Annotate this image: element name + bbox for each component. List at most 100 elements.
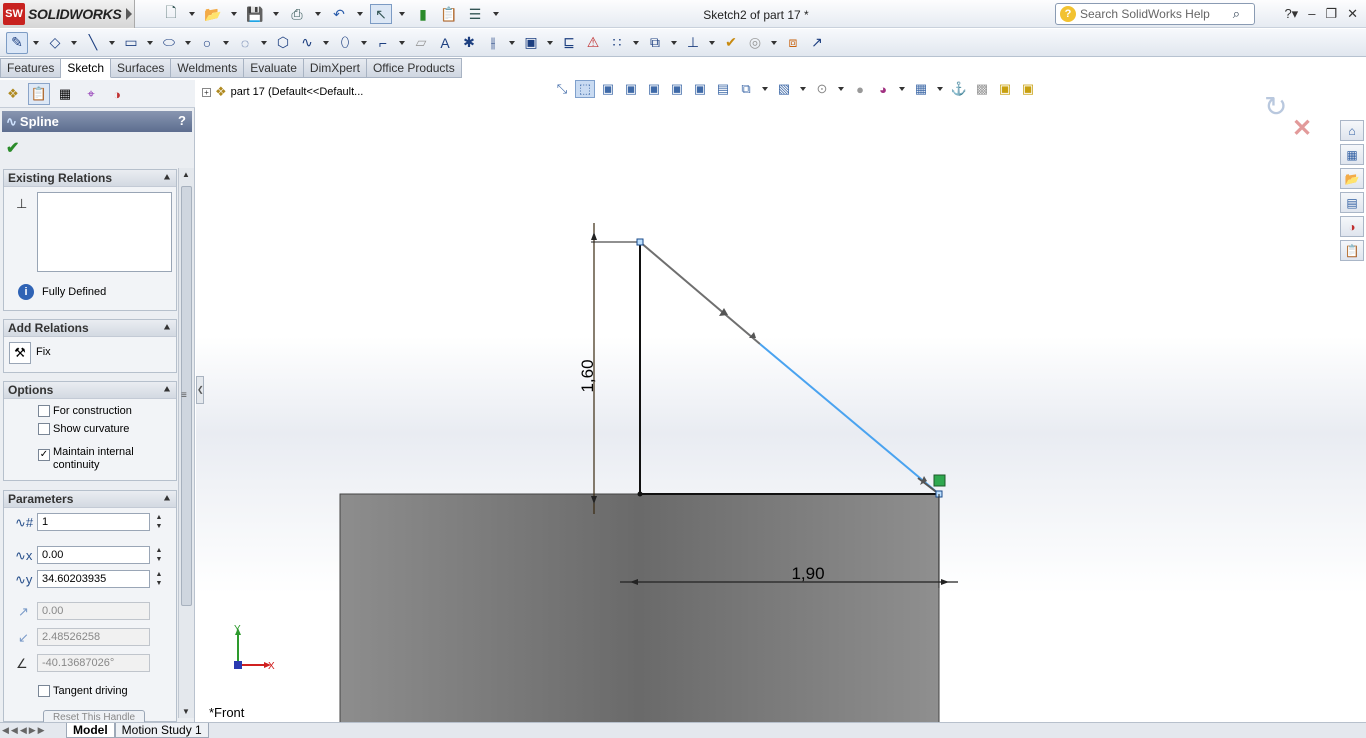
print-icon[interactable]: ⎙ <box>286 4 308 24</box>
text-icon[interactable]: A <box>434 32 456 54</box>
for-construction-checkbox[interactable] <box>38 405 50 417</box>
existing-relations-title[interactable]: Existing Relations ⯅ <box>4 170 176 187</box>
display-relations-icon[interactable]: ⊥ <box>682 32 704 54</box>
quick-snaps-icon[interactable]: ◎ <box>744 32 766 54</box>
tab-features[interactable]: Features <box>0 58 62 78</box>
part-body[interactable] <box>339 493 940 722</box>
feature-manager-icon[interactable]: ❖ <box>2 83 24 105</box>
convert-entities-icon[interactable]: ▣ <box>520 32 542 54</box>
options-icon[interactable]: ☰ <box>464 4 486 24</box>
move-entities-icon[interactable]: ⧉ <box>644 32 666 54</box>
options-title[interactable]: Options ⯅ <box>4 382 176 399</box>
tab-evaluate[interactable]: Evaluate <box>244 58 304 78</box>
smart-dimension-icon[interactable]: ◇ <box>44 32 66 54</box>
rebuild-icon[interactable]: ▮ <box>412 4 434 24</box>
collapse-icon[interactable]: ⯅ <box>163 321 171 337</box>
undo-icon[interactable]: ↶ <box>328 4 350 24</box>
spline-segment-selected[interactable] <box>759 343 940 495</box>
tab-model[interactable]: Model <box>66 723 115 738</box>
new-document-icon[interactable]: 🗋 <box>160 4 182 24</box>
help-search-box[interactable]: ? Search SolidWorks Help ⌕ <box>1055 3 1255 25</box>
tab-dimxpert[interactable]: DimXpert <box>303 58 367 78</box>
coincident-relation-icon[interactable] <box>933 474 946 487</box>
mirror-entities-icon[interactable]: ⚠ <box>582 32 604 54</box>
help-search-input[interactable]: Search SolidWorks Help <box>1080 7 1210 21</box>
maintain-continuity-checkbox[interactable]: ✓ <box>38 449 50 461</box>
fillet-icon[interactable]: ⌐ <box>372 32 394 54</box>
offset-entities-icon[interactable]: ⊑ <box>558 32 580 54</box>
panel-splitter-icon[interactable]: ≡ <box>181 390 187 401</box>
x-spinner[interactable]: ▲ ▼ <box>154 546 164 564</box>
plane-icon[interactable]: ▱ <box>410 32 432 54</box>
collapse-icon[interactable]: ⯅ <box>163 492 171 508</box>
configuration-manager-icon[interactable]: ▦ <box>54 83 76 105</box>
show-curvature-checkbox[interactable] <box>38 423 50 435</box>
arc-icon[interactable]: ◌ <box>234 32 256 54</box>
spline-segment-grey[interactable] <box>639 241 761 345</box>
dimension-value-horizontal[interactable]: 1,90 <box>791 564 824 583</box>
polygon-icon[interactable]: ⬡ <box>272 32 294 54</box>
spline-point-number-icon: ∿# <box>15 515 34 530</box>
tab-motion-study-1[interactable]: Motion Study 1 <box>114 723 209 738</box>
line-icon[interactable]: ╲ <box>82 32 104 54</box>
instant-2d-icon[interactable]: ↗ <box>806 32 828 54</box>
file-properties-icon[interactable]: 📋 <box>438 4 460 24</box>
spline-icon[interactable]: ∿ <box>296 32 318 54</box>
solidworks-menu-button[interactable]: SW SOLIDWORKS <box>0 0 135 28</box>
ellipse-icon[interactable]: ⬯ <box>334 32 356 54</box>
spline-y-input[interactable]: 34.60203935 <box>37 570 150 588</box>
spline-x-input[interactable]: 0.00 <box>37 546 150 564</box>
tangent-weight-2-input[interactable]: 2.48526258 <box>37 628 150 646</box>
help-button[interactable]: ? <box>178 113 186 128</box>
tangent-driving-checkbox[interactable] <box>38 685 50 697</box>
graphics-area[interactable]: ❮ + ❖ part 17 (Default<<Default... ⤡ ⬚ ▣… <box>196 80 1366 722</box>
fix-relation-label[interactable]: Fix <box>36 346 51 358</box>
point-icon[interactable]: ✱ <box>458 32 480 54</box>
dimension-value-vertical[interactable]: 1,60 <box>578 359 597 392</box>
tab-weldments[interactable]: Weldments <box>171 58 245 78</box>
maintain-continuity-label: Maintain internal continuity <box>53 446 134 471</box>
collapse-icon[interactable]: ⯅ <box>163 383 171 399</box>
parameters-title[interactable]: Parameters ⯅ <box>4 491 176 508</box>
restore-icon[interactable]: ❐ <box>1325 6 1337 22</box>
rapid-sketch-icon[interactable]: ⧈ <box>782 32 804 54</box>
rectangle-icon[interactable]: ▭ <box>120 32 142 54</box>
open-folder-icon[interactable]: 📂 <box>202 4 224 24</box>
linear-pattern-icon[interactable]: ∷ <box>606 32 628 54</box>
sketch-canvas[interactable]: 1,60 1,90 Y X <box>196 80 1366 722</box>
property-manager-icon[interactable]: 📋 <box>28 83 50 105</box>
property-manager-title: Spline <box>19 114 59 129</box>
point-number-spinner[interactable]: ▲ ▼ <box>154 513 164 531</box>
y-spinner[interactable]: ▲ ▼ <box>154 570 164 588</box>
select-arrow-icon[interactable]: ↖ <box>370 4 392 24</box>
relations-list[interactable] <box>37 192 172 272</box>
fix-icon[interactable]: ⚒ <box>9 342 31 364</box>
tab-office-products[interactable]: Office Products <box>366 58 462 78</box>
display-manager-icon[interactable]: ◑ <box>106 83 128 105</box>
search-icon[interactable]: ⌕ <box>1233 6 1240 22</box>
trim-entities-icon[interactable]: ⫲ <box>482 32 504 54</box>
relations-icon: ⊥ <box>16 196 28 211</box>
tangent-weight-1-input[interactable]: 0.00 <box>37 602 150 620</box>
dimxpert-manager-icon[interactable]: ⌖ <box>80 83 102 105</box>
menu-arrow-icon <box>126 8 132 20</box>
repair-sketch-icon[interactable]: ✔ <box>720 32 742 54</box>
tangent-angle-input[interactable]: -40.13687026° <box>37 654 150 672</box>
tab-scroll-arrows-icon[interactable]: ◀◀◀▶▶ <box>2 725 66 736</box>
spline-start-point[interactable] <box>636 238 644 246</box>
tab-surfaces[interactable]: Surfaces <box>111 58 172 78</box>
tangent-driving-label: Tangent driving <box>53 685 128 697</box>
help-menu-icon[interactable]: ?▾ <box>1284 6 1298 22</box>
minimize-icon[interactable]: – <box>1308 6 1315 22</box>
add-relations-title[interactable]: Add Relations ⯅ <box>4 320 176 337</box>
spline-point-number-input[interactable]: 1 <box>37 513 150 531</box>
circle-icon[interactable]: ○ <box>196 32 218 54</box>
collapse-icon[interactable]: ⯅ <box>163 171 171 187</box>
ok-check-icon[interactable]: ✔ <box>6 138 19 158</box>
tab-sketch[interactable]: Sketch <box>61 58 112 78</box>
sketch-icon[interactable]: ✎ <box>6 31 28 54</box>
close-icon[interactable]: ✕ <box>1347 6 1358 22</box>
panel-scrollbar[interactable]: ▲ ▼ <box>178 168 194 718</box>
save-icon[interactable]: 💾 <box>244 4 266 24</box>
slot-icon[interactable]: ⬭ <box>158 32 180 54</box>
